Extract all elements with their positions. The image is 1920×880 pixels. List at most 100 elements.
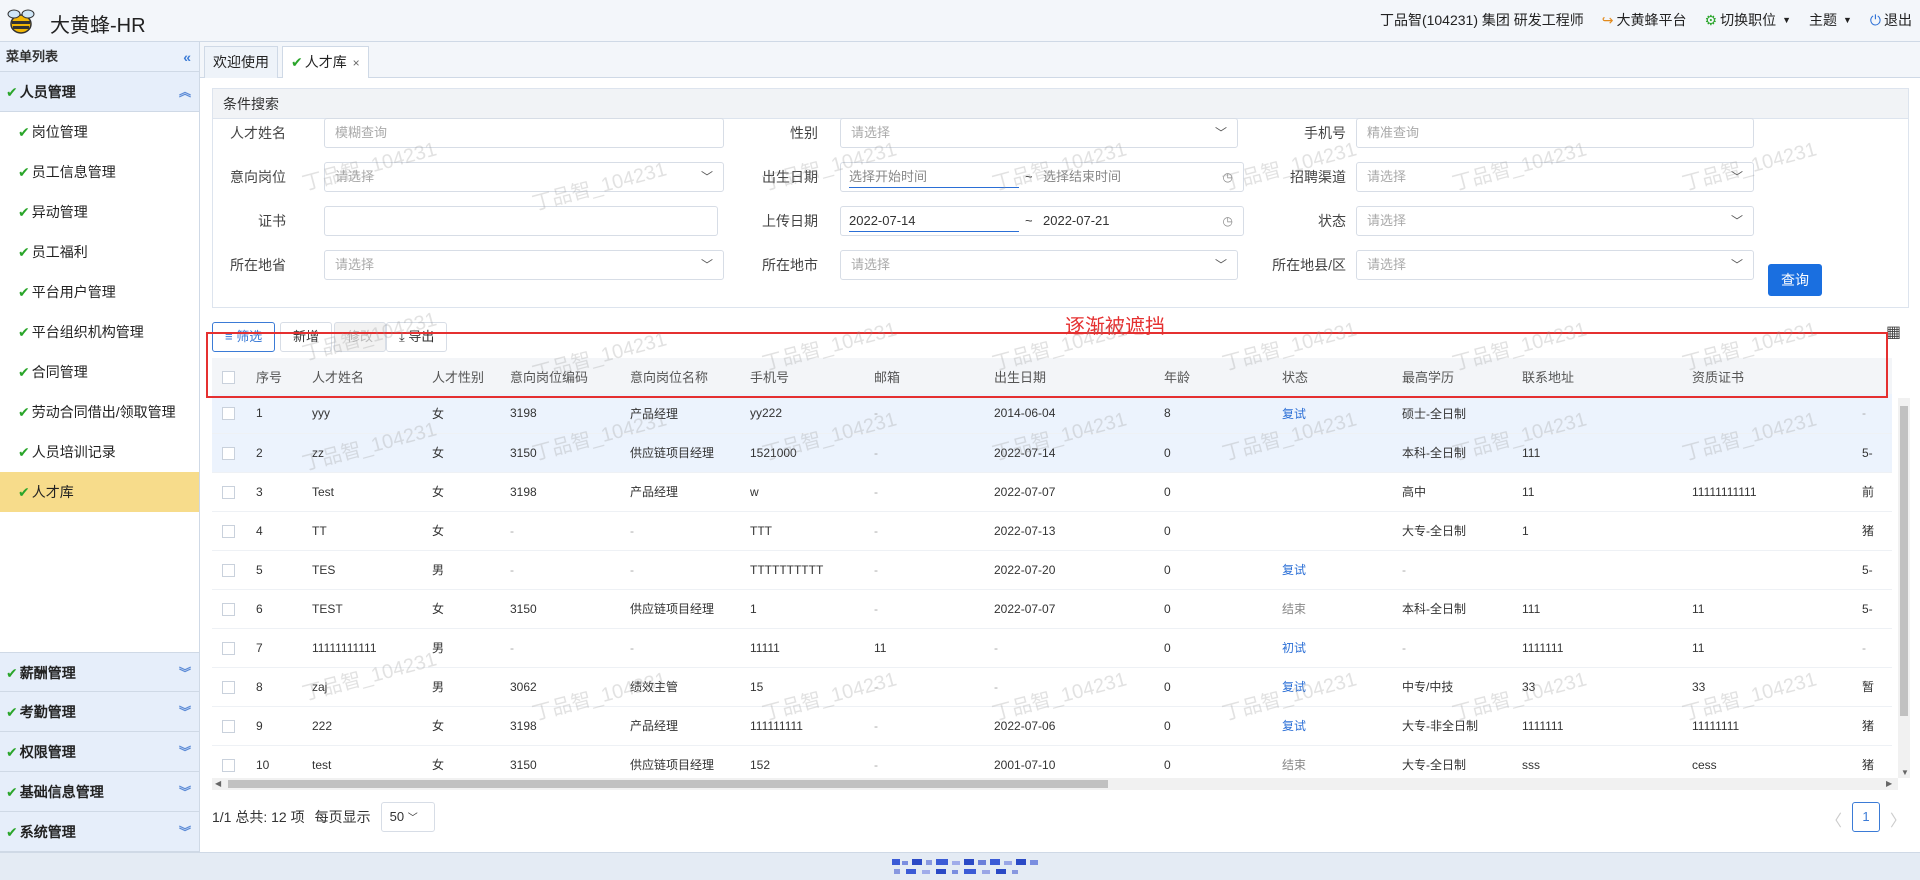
per-page-select[interactable]: 50 ﹀ [380, 802, 435, 832]
table-row[interactable]: 6 TEST 女 3150 供应链项目经理 1-2022-07-07 0 结束 本科-全日制 11… [212, 589, 1892, 629]
phone-input[interactable]: 精准查询 [1356, 118, 1754, 148]
close-tab-icon[interactable]: × [353, 56, 360, 70]
table-row[interactable]: 2 zz 女 3150 供应链项目经理 1521000-2022-07-14 0 本科-全日制… [212, 433, 1892, 473]
checkbox[interactable] [222, 524, 235, 538]
sidebar-item-platform-users[interactable]: ✔ 平台用户管理 [0, 272, 199, 312]
sidebar-group-system[interactable]: ✔ 系统管理 ︾ [0, 812, 199, 852]
sidebar-item-org[interactable]: ✔ 平台组织机构管理 [0, 312, 199, 352]
check-icon: ✔ [18, 124, 30, 140]
checkbox[interactable] [222, 485, 235, 499]
row-checkbox-cell[interactable] [212, 394, 246, 434]
table-cell: 1111111 [1512, 706, 1682, 746]
horizontal-scrollbar[interactable]: ◀ ▶ [212, 778, 1898, 790]
scroll-left-arrow-icon[interactable]: ◀ [215, 779, 221, 788]
prev-page-icon[interactable]: 〈 [1826, 807, 1842, 831]
row-checkbox-cell[interactable] [212, 472, 246, 512]
table-cell: 33 [1512, 667, 1682, 707]
checkbox[interactable] [222, 758, 235, 772]
checkbox[interactable] [222, 641, 235, 655]
placeholder: 请选择 [851, 257, 891, 272]
switch-role-label: 切换职位 [1720, 12, 1777, 28]
table-cell: 6 [246, 589, 302, 629]
table-cell: 复试 [1272, 706, 1392, 746]
active-underline [849, 187, 1019, 188]
platform-link[interactable]: ↪ 大黄蜂平台 [1602, 10, 1687, 30]
scroll-thumb[interactable] [1900, 406, 1908, 716]
sidebar-group-basic-info[interactable]: ✔ 基础信息管理 ︾ [0, 772, 199, 812]
table-cell: 女 [422, 433, 500, 473]
page-number-current[interactable]: 1 [1852, 802, 1880, 832]
logout-button[interactable]: ⏻ 退出 [1870, 10, 1912, 30]
cert-input[interactable] [324, 206, 718, 236]
chevron-down-icon: ﹀ [1730, 214, 1743, 228]
position-select[interactable]: 请选择 ﹀ [324, 162, 724, 192]
tab-welcome[interactable]: 欢迎使用 [204, 46, 278, 78]
city-select[interactable]: 请选择 ﹀ [840, 250, 1238, 280]
row-checkbox-cell[interactable] [212, 589, 246, 629]
row-checkbox-cell[interactable] [212, 706, 246, 746]
upload-date-range[interactable]: 2022-07-14 ~ 2022-07-21 ◷ [840, 206, 1244, 236]
sidebar-item-transfer[interactable]: ✔ 异动管理 [0, 192, 199, 232]
province-select[interactable]: 请选择 ﹀ [324, 250, 724, 280]
table-row[interactable]: 7 11111111111 男 - -11111 11-0 初试 -1111111 11- [212, 628, 1892, 668]
checkbox[interactable] [222, 407, 235, 421]
table-row[interactable]: 9 222 女 3198 产品经理 111111111-2022-07-06 0 复试 大专-非… [212, 706, 1892, 746]
check-icon: ✔ [18, 404, 30, 420]
tab-talent-pool[interactable]: ✔ 人才库 × [282, 46, 369, 78]
checkbox[interactable] [222, 446, 235, 460]
table-row[interactable]: 1 yyy 女 3198 产品经理 yy222-2014-06-04 8 复试 硕士-全日制 - [212, 394, 1892, 434]
sidebar-group-personnel[interactable]: ✔ 人员管理 ︽ [0, 72, 199, 112]
checkbox[interactable] [222, 719, 235, 733]
table-row[interactable]: 5 TES 男 - - TTTTTTTTTT -2022-07-20 0 复试 -5- [212, 550, 1892, 590]
sidebar-item-contract[interactable]: ✔ 合同管理 [0, 352, 199, 392]
collapse-sidebar-icon[interactable]: « [183, 42, 191, 72]
talent-name-input[interactable]: 模糊查询 [324, 118, 724, 148]
sidebar-item-talent-pool[interactable]: ✔ 人才库 [0, 472, 199, 512]
next-page-icon[interactable]: 〉 [1890, 807, 1906, 831]
table-cell: 女 [422, 745, 500, 778]
table-cell: 2022-07-13 [984, 511, 1154, 551]
theme-menu[interactable]: 主题 ▼ [1809, 10, 1852, 30]
table-row[interactable]: 8 zaj 男 3062 绩效主管 15- -0 复试 中专/中技 33 33 暂 [212, 667, 1892, 707]
row-checkbox-cell[interactable] [212, 550, 246, 590]
gender-label: 性别 [790, 125, 818, 141]
row-checkbox-cell[interactable] [212, 511, 246, 551]
scroll-down-arrow-icon[interactable]: ▼ [1901, 768, 1909, 777]
switch-role-menu[interactable]: ⚙ 切换职位 ▼ [1705, 10, 1791, 30]
row-checkbox-cell[interactable] [212, 745, 246, 778]
checkbox[interactable] [222, 602, 235, 616]
sidebar-item-post[interactable]: ✔ 岗位管理 [0, 112, 199, 152]
sidebar-item-welfare[interactable]: ✔ 员工福利 [0, 232, 199, 272]
scroll-right-arrow-icon[interactable]: ▶ [1886, 779, 1892, 788]
gender-select[interactable]: 请选择 ﹀ [840, 118, 1238, 148]
tab-label: 人才库 [304, 54, 347, 70]
checkbox[interactable] [222, 680, 235, 694]
table-cell: 152 [740, 745, 864, 778]
checkbox[interactable] [222, 563, 235, 577]
row-checkbox-cell[interactable] [212, 628, 246, 668]
chevron-down-icon: ﹀ [700, 170, 713, 184]
table-cell: - [500, 628, 620, 668]
table-row[interactable]: 10 test 女 3150 供应链项目经理 152-2001-07-10 0 结束 大专-全日… [212, 745, 1892, 778]
sidebar-item-contract-loan[interactable]: ✔ 劳动合同借出/领取管理 [0, 392, 199, 432]
table-row[interactable]: 4 TT 女 - - TTT -2022-07-13 0 大专-全日制 1 猪 [212, 511, 1892, 551]
row-checkbox-cell[interactable] [212, 433, 246, 473]
scroll-thumb[interactable] [228, 780, 1108, 788]
column-settings-icon[interactable]: ▦ [1886, 322, 1901, 342]
vertical-scrollbar[interactable]: ▼ [1898, 398, 1910, 778]
sidebar-item-employee-info[interactable]: ✔ 员工信息管理 [0, 152, 199, 192]
sidebar-item-training[interactable]: ✔ 人员培训记录 [0, 432, 199, 472]
sidebar-group-permission[interactable]: ✔ 权限管理 ︾ [0, 732, 199, 772]
status-select[interactable]: 请选择 ﹀ [1356, 206, 1754, 236]
table-row[interactable]: 3 Test 女 3198 产品经理 w -2022-07-07 0 高中 11 111111111… [212, 472, 1892, 512]
table-cell: 大专-非全日制 [1392, 706, 1512, 746]
channel-select[interactable]: 请选择 ﹀ [1356, 162, 1754, 192]
row-checkbox-cell[interactable] [212, 667, 246, 707]
sidebar-group-attendance[interactable]: ✔ 考勤管理 ︾ [0, 692, 199, 732]
table-cell: 3198 [500, 394, 620, 434]
district-select[interactable]: 请选择 ﹀ [1356, 250, 1754, 280]
birth-date-range[interactable]: 选择开始时间 ~ 选择结束时间 ◷ [840, 162, 1244, 192]
sidebar-group-salary[interactable]: ✔ 薪酬管理 ︾ [0, 652, 199, 692]
table-cell: 10 [246, 745, 302, 778]
query-button[interactable]: 查询 [1768, 264, 1822, 296]
